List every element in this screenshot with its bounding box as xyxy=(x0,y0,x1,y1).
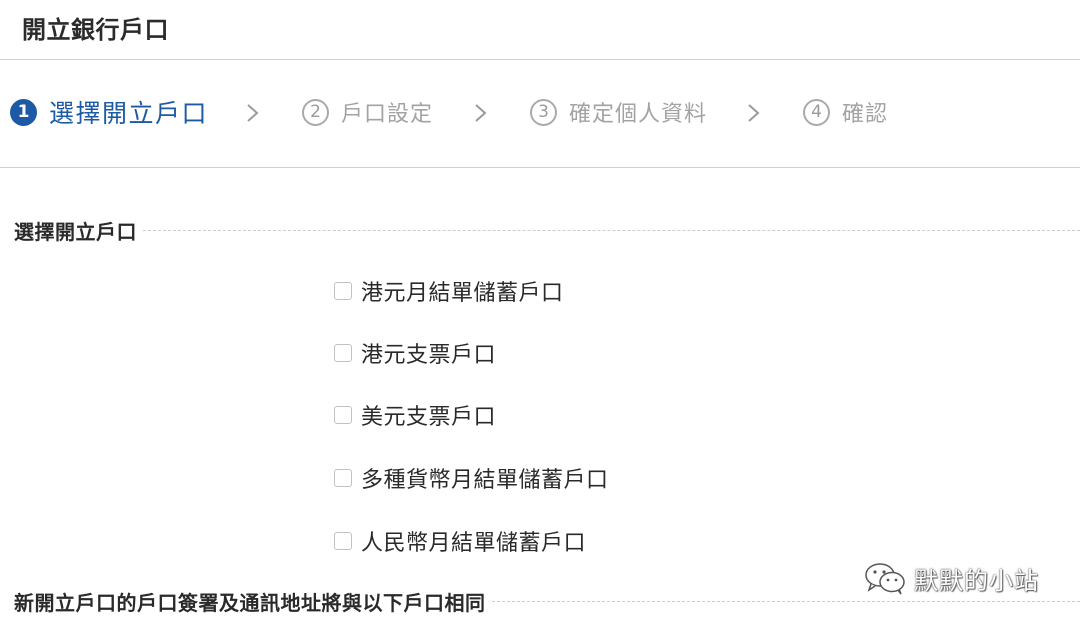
option-label: 人民幣月結單儲蓄戶口 xyxy=(361,531,587,556)
step-3: 3 確定個人資料 xyxy=(530,95,707,129)
step-1-label: 選擇開立戶口 xyxy=(49,99,209,128)
wechat-icon xyxy=(862,561,908,595)
section-title: 選擇開立戶口 xyxy=(14,219,137,244)
step-4-label: 確認 xyxy=(842,102,889,127)
step-4: 4 確認 xyxy=(803,95,888,129)
checkbox[interactable] xyxy=(334,406,352,424)
checkbox[interactable] xyxy=(334,469,352,487)
checkbox[interactable] xyxy=(334,532,352,550)
option-rmb-statement-savings[interactable]: 人民幣月結單儲蓄戶口 xyxy=(334,526,654,556)
section-select-account: 選擇開立戶口 xyxy=(14,217,1080,244)
chevron-right-icon xyxy=(473,99,489,127)
step-1: 1 選擇開立戶口 xyxy=(10,95,208,129)
step-1-number: 1 xyxy=(10,98,37,126)
step-2-number: 2 xyxy=(302,98,329,126)
step-3-number: 3 xyxy=(530,98,557,126)
option-label: 多種貨幣月結單儲蓄戶口 xyxy=(361,468,609,493)
chevron-right-icon xyxy=(746,99,762,127)
checkbox[interactable] xyxy=(334,282,352,300)
option-label: 美元支票戶口 xyxy=(361,405,497,430)
step-4-number: 4 xyxy=(803,98,830,126)
option-label: 港元月結單儲蓄戶口 xyxy=(361,281,564,306)
page: 開立銀行戶口 1 選擇開立戶口 2 戶口設定 3 確定個人資料 4 確認 選擇開… xyxy=(0,0,1080,625)
checkbox[interactable] xyxy=(334,344,352,362)
option-label: 港元支票戶口 xyxy=(361,343,497,368)
option-usd-cheque[interactable]: 美元支票戶口 xyxy=(334,400,654,430)
progress-stepper: 1 選擇開立戶口 2 戶口設定 3 確定個人資料 4 確認 xyxy=(0,61,1080,168)
option-multi-currency-savings[interactable]: 多種貨幣月結單儲蓄戶口 xyxy=(334,463,654,493)
watermark-text: 默默的小站 xyxy=(914,566,1039,595)
chevron-right-icon xyxy=(245,99,261,127)
step-2-label: 戶口設定 xyxy=(341,102,434,127)
option-hkd-statement-savings[interactable]: 港元月結單儲蓄戶口 xyxy=(334,276,654,306)
page-header: 開立銀行戶口 xyxy=(0,0,1080,60)
page-title: 開立銀行戶口 xyxy=(22,16,169,44)
dashed-divider xyxy=(143,229,1080,231)
option-hkd-cheque[interactable]: 港元支票戶口 xyxy=(334,338,654,368)
section-title: 新開立戶口的戶口簽署及通訊地址將與以下戶口相同 xyxy=(14,590,486,615)
dashed-divider xyxy=(491,600,1080,602)
step-2: 2 戶口設定 xyxy=(302,95,433,129)
watermark: 默默的小站 xyxy=(862,558,1039,598)
step-3-label: 確定個人資料 xyxy=(569,102,708,127)
